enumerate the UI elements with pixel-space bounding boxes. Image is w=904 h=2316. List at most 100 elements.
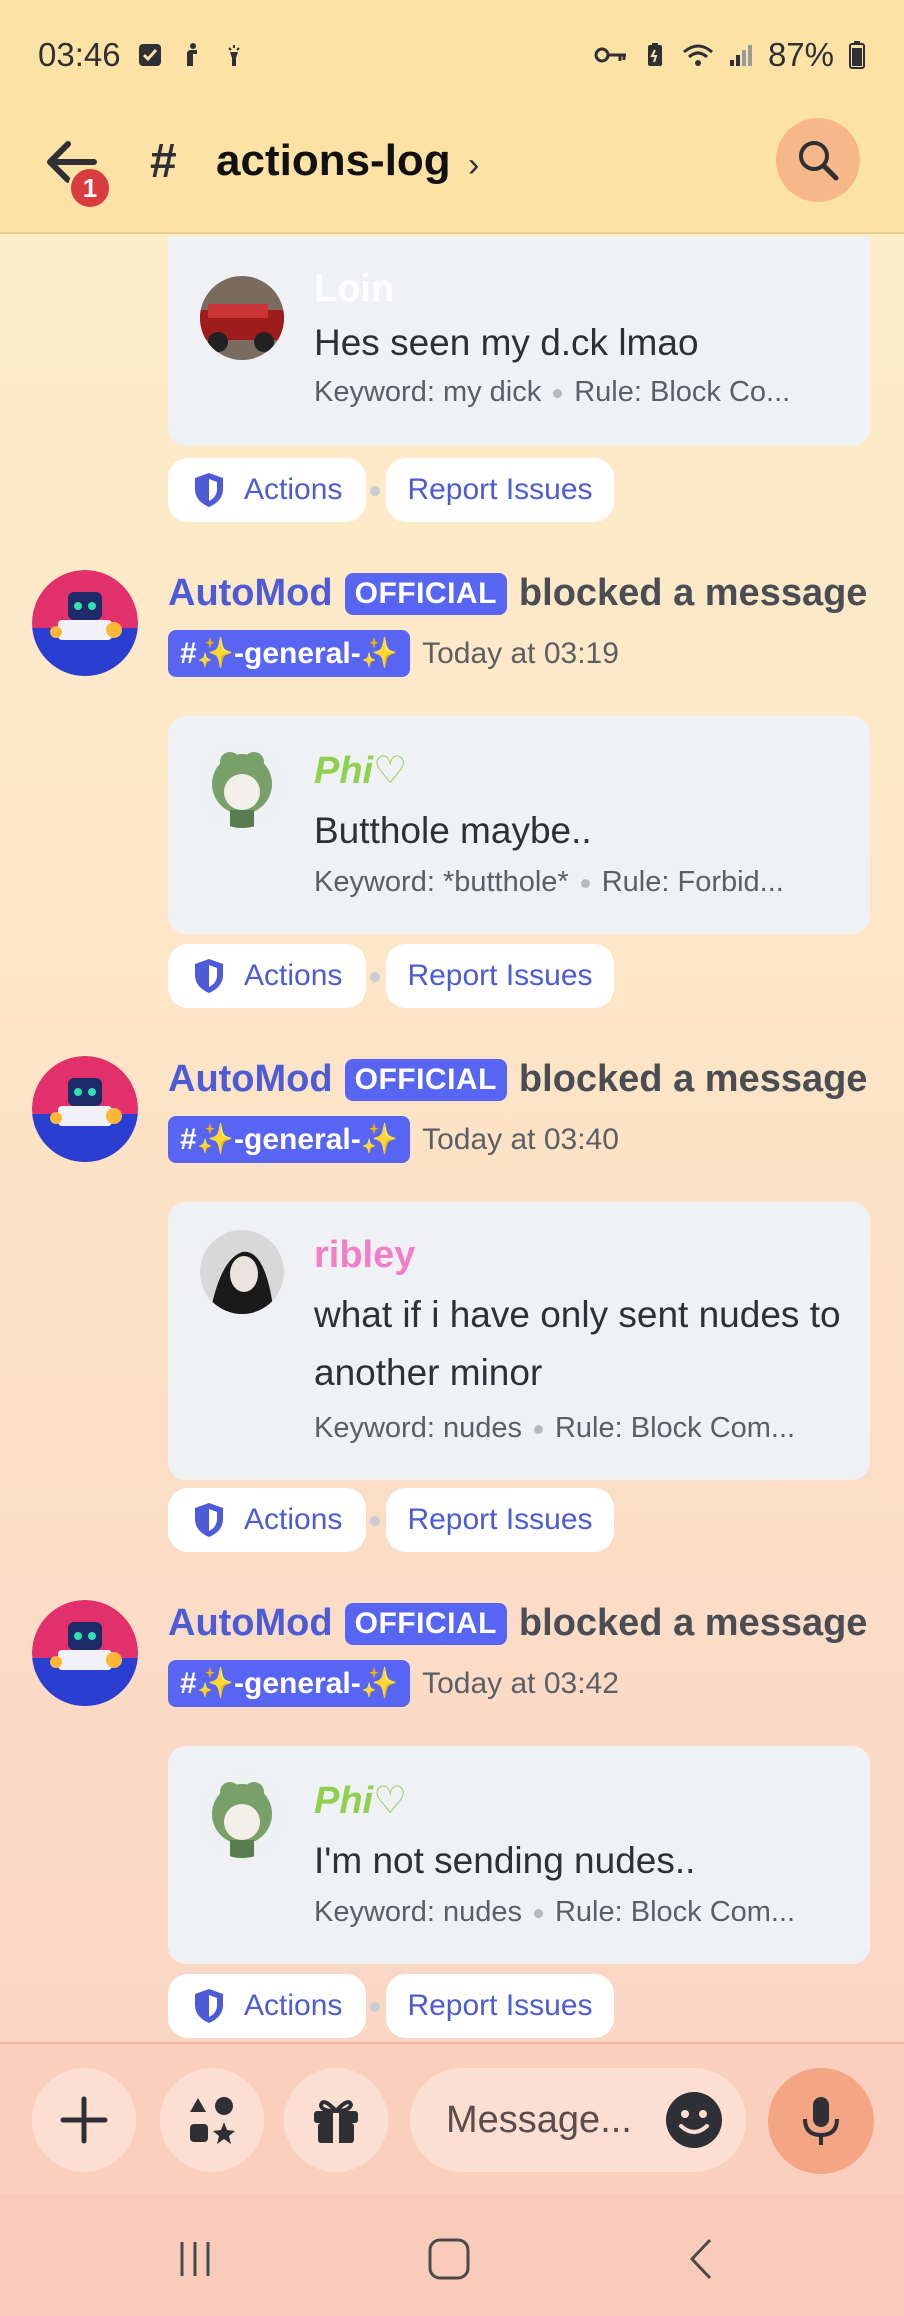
username[interactable]: Loin [314, 268, 394, 311]
shield-icon [195, 1503, 223, 1537]
blocked-message-card: Phi♡ I'm not sending nudes.. Keyword: nu… [168, 1746, 870, 1964]
back-nav-icon[interactable] [678, 2234, 728, 2284]
keyword-label: Keyword: nudes [314, 1412, 522, 1444]
action-text: blocked a message [518, 572, 868, 614]
key-icon [594, 47, 626, 63]
home-icon[interactable] [424, 2234, 474, 2284]
actions-label: Actions [244, 473, 343, 506]
status-bar: 03:46 87% [0, 0, 904, 110]
username[interactable]: ribley [314, 1234, 415, 1277]
status-time: 03:46 [38, 36, 121, 73]
channel-info: #✨-general-✨ Today at 03:40 [168, 1116, 619, 1163]
signal-icon [729, 45, 752, 66]
recent-apps-icon[interactable] [170, 2234, 220, 2284]
emoji-icon[interactable] [664, 2090, 724, 2150]
plus-icon [60, 2096, 108, 2144]
channel-header: 1 # actions-log › [0, 110, 904, 234]
timestamp: Today at 03:19 [422, 636, 619, 670]
blocked-message-card: Phi♡ Butthole maybe.. Keyword: *butthole… [168, 716, 870, 934]
battery-percent: 87% [767, 36, 834, 73]
separator-dot [370, 2002, 380, 2012]
message-placeholder: Message... [446, 2098, 632, 2141]
avatar [200, 276, 284, 360]
official-badge: OFFICIAL [344, 1058, 507, 1101]
apps-icon [190, 2097, 235, 2144]
username[interactable]: Phi♡ [314, 1778, 407, 1823]
shield-icon [195, 1989, 223, 2023]
separator-dot [533, 1908, 543, 1918]
channel-mention[interactable]: #✨-general-✨ [168, 1116, 411, 1163]
message-text: what if i have only sent nudes to anothe… [314, 1294, 841, 1393]
notification-badge: 1 [68, 166, 112, 210]
username[interactable]: Phi♡ [314, 748, 407, 793]
rule-label: Rule: Forbid... [601, 866, 784, 898]
message-meta: Keyword: my dick Rule: Block Co... [314, 376, 790, 409]
apps-button[interactable] [160, 2068, 264, 2172]
automod-avatar[interactable] [32, 1056, 138, 1162]
actions-label: Actions [244, 1503, 343, 1536]
timestamp: Today at 03:40 [422, 1122, 619, 1156]
channel-title[interactable]: actions-log [216, 136, 451, 186]
action-text: blocked a message [518, 1058, 868, 1100]
shield-icon [195, 473, 223, 507]
official-badge: OFFICIAL [344, 1602, 507, 1645]
search-icon [799, 141, 839, 181]
separator-dot [370, 486, 380, 496]
chevron-right-icon[interactable]: › [468, 146, 479, 185]
channel-mention[interactable]: #✨-general-✨ [168, 1660, 411, 1707]
message-input[interactable]: Message... [410, 2068, 746, 2172]
actions-button[interactable]: Actions [168, 1488, 366, 1552]
bot-name[interactable]: AutoMod [168, 1602, 333, 1645]
report-issues-button[interactable]: Report Issues [386, 1488, 614, 1552]
separator-dot [370, 1516, 380, 1526]
actions-label: Actions [244, 1989, 343, 2022]
channel-info: #✨-general-✨ Today at 03:19 [168, 630, 619, 677]
report-issues-button[interactable]: Report Issues [386, 1974, 614, 2038]
gift-button[interactable] [284, 2068, 388, 2172]
actions-button[interactable]: Actions [168, 1974, 366, 2038]
wifi-icon [682, 44, 713, 66]
voice-message-button[interactable] [768, 2068, 874, 2174]
channel-mention[interactable]: #✨-general-✨ [168, 630, 411, 677]
rule-label: Rule: Block Co... [574, 376, 791, 408]
separator-dot [533, 1424, 543, 1434]
automod-avatar[interactable] [32, 570, 138, 676]
automod-header: AutoMod OFFICIAL blocked a message [168, 572, 867, 615]
gift-icon [314, 2100, 358, 2143]
message-list[interactable]: Loin Hes seen my d.ck lmao Keyword: my d… [0, 236, 904, 2042]
bot-name[interactable]: AutoMod [168, 572, 333, 615]
battery-icon [849, 41, 865, 69]
channel-hash-icon: # [150, 135, 177, 188]
message-meta: Keyword: *butthole* Rule: Forbid... [314, 866, 784, 899]
report-issues-button[interactable]: Report Issues [386, 458, 614, 522]
automod-avatar[interactable] [32, 1600, 138, 1706]
report-issues-button[interactable]: Report Issues [386, 944, 614, 1008]
checkbox-icon [138, 44, 161, 66]
keyword-label: Keyword: my dick [314, 376, 542, 408]
message-meta: Keyword: nudes Rule: Block Com... [314, 1412, 795, 1445]
blocked-message-card: Loin Hes seen my d.ck lmao Keyword: my d… [168, 236, 870, 446]
actions-button[interactable]: Actions [168, 944, 366, 1008]
automod-header: AutoMod OFFICIAL blocked a message [168, 1058, 867, 1101]
keyword-label: Keyword: *butthole* [314, 866, 569, 898]
rule-label: Rule: Block Com... [554, 1412, 796, 1444]
avatar [200, 744, 284, 828]
keyword-label: Keyword: nudes [314, 1896, 522, 1928]
message-text: Butthole maybe.. [314, 810, 592, 851]
timestamp: Today at 03:42 [422, 1666, 619, 1700]
hand-icon [186, 43, 197, 66]
actions-button[interactable]: Actions [168, 458, 366, 522]
bot-name[interactable]: AutoMod [168, 1058, 333, 1101]
microphone-icon [803, 2097, 839, 2145]
message-text: I'm not sending nudes.. [314, 1840, 696, 1881]
actions-label: Actions [244, 959, 343, 992]
separator-dot [370, 972, 380, 982]
add-attachment-button[interactable] [32, 2068, 136, 2172]
avatar [200, 1774, 284, 1858]
action-text: blocked a message [518, 1602, 868, 1644]
battery-saver-icon [647, 43, 662, 66]
separator-dot [580, 878, 590, 888]
search-button[interactable] [776, 118, 860, 202]
official-badge: OFFICIAL [344, 572, 507, 615]
automod-header: AutoMod OFFICIAL blocked a message [168, 1602, 867, 1645]
